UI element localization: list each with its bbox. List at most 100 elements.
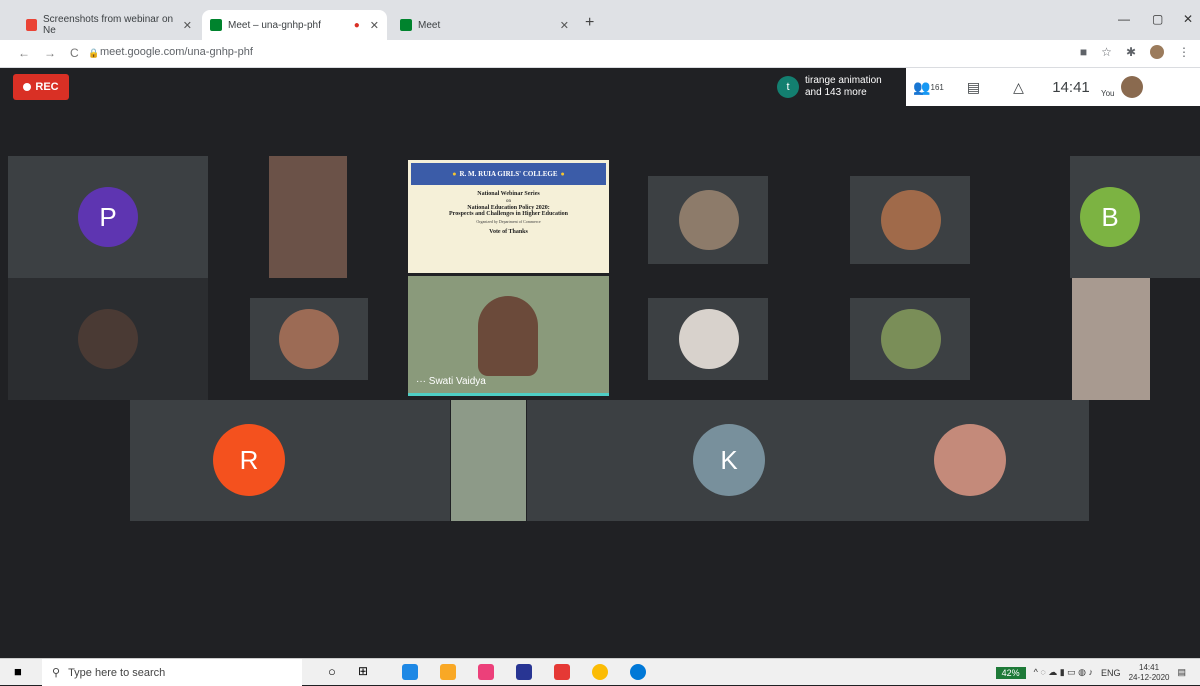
chat-button[interactable]: ▤ bbox=[951, 68, 996, 106]
system-tray: 42% ^ ◌ ☁ ▮ ▭ ◍ ♪ ENG 14:41 24-12-2020 ▤ bbox=[995, 659, 1186, 686]
activities-icon: △ bbox=[1013, 78, 1024, 95]
reload-icon[interactable]: C bbox=[70, 46, 79, 60]
notification-line2: and 143 more bbox=[805, 87, 867, 98]
app-icon[interactable] bbox=[478, 664, 494, 680]
participant-photo bbox=[679, 309, 739, 369]
participant-tile[interactable] bbox=[850, 298, 970, 380]
close-icon[interactable]: ✕ bbox=[560, 19, 569, 32]
address-bar: ← → C 🔒 meet.google.com/una-gnhp-phf ■ ☆… bbox=[0, 40, 1200, 68]
address-bar-icons: ■ ☆ ✱ ⋮ bbox=[1080, 45, 1190, 59]
meet-icon bbox=[210, 19, 222, 31]
star-icon[interactable]: ☆ bbox=[1101, 45, 1112, 59]
url-field[interactable]: meet.google.com/una-gnhp-phf bbox=[100, 46, 253, 58]
participant-tile[interactable]: R bbox=[130, 400, 450, 521]
participant-tile[interactable] bbox=[250, 298, 368, 380]
meet-toolbar: 👥 161 ▤ △ 14:41 You bbox=[906, 68, 1200, 106]
slide-banner: ● R. M. RUIA GIRLS' COLLEGE ● bbox=[411, 163, 606, 185]
participant-video[interactable] bbox=[269, 156, 347, 278]
presentation-slide: ● R. M. RUIA GIRLS' COLLEGE ● National Web… bbox=[408, 160, 609, 273]
search-placeholder: Type here to search bbox=[68, 666, 166, 679]
participant-tile[interactable] bbox=[8, 278, 208, 400]
meet-stage: REC t tirange animation and 143 more 👥 16… bbox=[8, 68, 1200, 658]
tab-meet-active[interactable]: Meet – una-gnhp-phf ● ✕ bbox=[202, 10, 387, 40]
new-tab-button[interactable]: + bbox=[585, 14, 594, 32]
participant-count: 161 bbox=[930, 82, 944, 92]
file-explorer-icon[interactable] bbox=[440, 664, 456, 680]
menu-icon[interactable]: ⋮ bbox=[1178, 45, 1190, 59]
extensions-icon[interactable]: ✱ bbox=[1126, 45, 1136, 59]
app-icon[interactable] bbox=[516, 664, 532, 680]
browser-tab-bar: Screenshots from webinar on Ne ✕ Meet – … bbox=[0, 0, 1200, 40]
slide-meta: Organized by Department of Commerce bbox=[476, 219, 541, 224]
college-logo-icon: ● bbox=[560, 170, 565, 178]
lock-icon: 🔒 bbox=[88, 48, 100, 58]
close-icon[interactable]: ✕ bbox=[183, 19, 192, 32]
back-icon[interactable]: ← bbox=[18, 46, 30, 60]
participant-tile[interactable] bbox=[648, 176, 768, 264]
people-button[interactable]: 👥 161 bbox=[906, 68, 951, 106]
participant-tile[interactable]: K bbox=[527, 400, 1089, 521]
participant-photo bbox=[679, 190, 739, 250]
self-avatar[interactable] bbox=[1121, 76, 1143, 98]
join-notification: t tirange animation and 143 more bbox=[771, 68, 906, 106]
participant-tile[interactable]: B bbox=[1070, 156, 1200, 278]
participant-avatar: B bbox=[1080, 187, 1140, 247]
participant-video[interactable] bbox=[451, 400, 526, 521]
close-window-button[interactable]: ✕ bbox=[1183, 12, 1193, 26]
language-indicator[interactable]: ENG bbox=[1101, 668, 1121, 678]
edge-icon[interactable] bbox=[630, 664, 646, 680]
battery-indicator[interactable]: 42% bbox=[995, 666, 1026, 679]
forward-icon[interactable]: → bbox=[44, 46, 56, 60]
tab-label: Meet – una-gnhp-phf bbox=[228, 19, 321, 31]
tab-screenshots[interactable]: Screenshots from webinar on Ne ✕ bbox=[18, 10, 200, 40]
activities-button[interactable]: △ bbox=[996, 68, 1041, 106]
participant-photo bbox=[881, 309, 941, 369]
participant-tile[interactable] bbox=[850, 176, 970, 264]
app-icon[interactable] bbox=[402, 664, 418, 680]
tab-label: Meet bbox=[418, 19, 441, 31]
slide-topic: Prospects and Challenges in Higher Educa… bbox=[449, 211, 568, 217]
slide-on: on bbox=[506, 199, 511, 204]
speaker-name: ··· Swati Vaidya bbox=[416, 376, 486, 387]
chrome-icon[interactable] bbox=[592, 664, 608, 680]
participant-photo bbox=[881, 190, 941, 250]
participant-video[interactable] bbox=[1072, 278, 1150, 400]
you-label: You bbox=[1101, 89, 1115, 98]
notification-icon[interactable]: ▤ bbox=[1177, 667, 1186, 678]
notification-line1: tirange animation bbox=[805, 75, 882, 86]
tray-icons[interactable]: ^ ◌ ☁ ▮ ▭ ◍ ♪ bbox=[1034, 667, 1093, 678]
maximize-button[interactable]: ▢ bbox=[1152, 12, 1163, 26]
search-icon: ⚲ bbox=[52, 667, 61, 679]
taskbar-clock[interactable]: 14:41 24-12-2020 bbox=[1129, 663, 1170, 683]
notification-avatar: t bbox=[777, 76, 799, 98]
active-speaker-video[interactable]: ··· Swati Vaidya bbox=[408, 276, 609, 396]
slide-vote: Vote of Thanks bbox=[489, 229, 528, 235]
speaker-figure bbox=[478, 296, 538, 376]
office-icon[interactable] bbox=[554, 664, 570, 680]
camera-icon[interactable]: ■ bbox=[1080, 45, 1087, 59]
participant-photo bbox=[934, 424, 1006, 496]
minimize-button[interactable]: — bbox=[1118, 12, 1130, 26]
close-icon[interactable]: ✕ bbox=[370, 19, 379, 32]
profile-avatar[interactable] bbox=[1150, 45, 1164, 59]
gmail-icon bbox=[26, 19, 38, 31]
meeting-clock: 14:41 bbox=[1052, 78, 1090, 96]
windows-start-icon[interactable]: ■ bbox=[14, 664, 22, 679]
people-icon: 👥 bbox=[913, 78, 931, 95]
rec-badge: REC bbox=[13, 74, 69, 100]
tab-label: Screenshots from webinar on Ne bbox=[43, 14, 174, 36]
participant-avatar: R bbox=[213, 424, 285, 496]
participant-avatar: K bbox=[693, 424, 765, 496]
slide-series: National Webinar Series bbox=[477, 191, 540, 197]
taskbar-search[interactable]: ⚲ Type here to search bbox=[42, 659, 302, 686]
participant-tile[interactable]: P bbox=[8, 156, 208, 278]
chat-icon: ▤ bbox=[966, 78, 981, 95]
participant-tile[interactable] bbox=[648, 298, 768, 380]
college-logo-icon: ● bbox=[452, 170, 457, 178]
task-view-icon[interactable]: ⊞ bbox=[358, 664, 368, 678]
participant-avatar: P bbox=[78, 187, 138, 247]
meet-icon bbox=[400, 19, 412, 31]
participant-photo bbox=[78, 309, 138, 369]
cortana-icon[interactable]: ○ bbox=[328, 664, 336, 679]
tab-meet[interactable]: Meet ✕ bbox=[392, 10, 577, 40]
